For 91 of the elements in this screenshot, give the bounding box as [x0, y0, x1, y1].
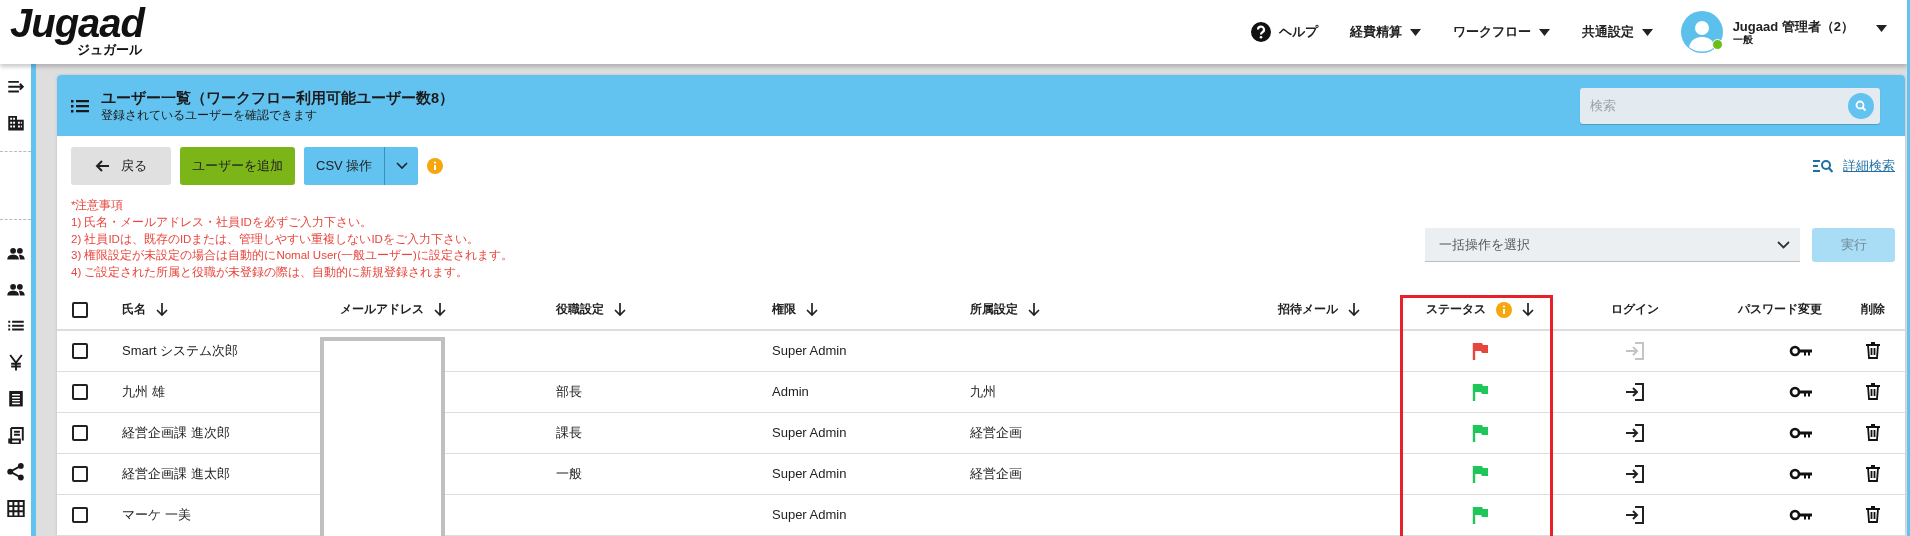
login-icon[interactable]	[1625, 423, 1645, 443]
collapse-menu-icon[interactable]	[6, 78, 25, 96]
position-text: 一般	[556, 465, 582, 483]
page-title: ユーザー一覧（ワークフロー利用可能ユーザー数8）	[101, 88, 455, 108]
sort-arrow-icon[interactable]	[156, 303, 168, 317]
department-text: 経営企画	[970, 465, 1022, 483]
row-checkbox[interactable]	[72, 466, 88, 482]
sort-arrow-icon[interactable]	[806, 303, 818, 317]
login-icon[interactable]	[1625, 505, 1645, 525]
help-link[interactable]: ヘルプ	[1250, 22, 1318, 42]
sort-arrow-icon[interactable]	[614, 303, 626, 317]
column-header[interactable]: 権限	[772, 301, 796, 319]
search-field[interactable]: 検索	[1580, 87, 1880, 124]
grid-icon[interactable]	[6, 499, 25, 517]
user-name: 経営企画課 進太郎	[122, 465, 230, 483]
caret-icon	[1876, 25, 1887, 32]
permission-text: Super Admin	[772, 507, 847, 523]
row-checkbox[interactable]	[72, 343, 88, 359]
department-text: 九州	[970, 383, 996, 401]
key-icon[interactable]	[1789, 468, 1813, 480]
user-menu[interactable]: Jugaad 管理者（2） 一般	[1680, 11, 1887, 53]
yen-icon[interactable]	[6, 353, 25, 372]
login-icon[interactable]	[1625, 464, 1645, 484]
column-header: 削除	[1860, 301, 1885, 319]
permission-text: Super Admin	[772, 466, 847, 482]
column-header[interactable]: 招待メール	[1278, 301, 1338, 319]
page-subtitle: 登録されているユーザーを確認できます	[101, 107, 318, 123]
avatar-icon	[1680, 11, 1723, 53]
help-icon	[1250, 22, 1271, 42]
position-text: 課長	[556, 424, 582, 442]
people-icon[interactable]	[6, 281, 25, 299]
key-icon[interactable]	[1789, 386, 1813, 398]
chevron-down-icon	[1777, 240, 1790, 249]
column-header[interactable]: 所属設定	[970, 301, 1018, 319]
list-icon	[71, 98, 89, 113]
trash-icon[interactable]	[1865, 465, 1880, 483]
row-checkbox[interactable]	[72, 384, 88, 400]
row-checkbox[interactable]	[72, 425, 88, 441]
filter-search-icon[interactable]	[1813, 159, 1833, 173]
trash-icon[interactable]	[1865, 424, 1880, 442]
nav-menu[interactable]: 共通設定	[1581, 23, 1653, 41]
user-name: 九州 雄	[122, 383, 165, 401]
trash-icon[interactable]	[1865, 342, 1880, 360]
caret-icon	[1409, 28, 1421, 36]
receipt-icon[interactable]	[6, 426, 25, 445]
bulk-action-select[interactable]: 一括操作を選択	[1425, 228, 1800, 262]
user-name: Jugaad 管理者（2）	[1732, 18, 1854, 34]
caret-icon	[1538, 28, 1550, 36]
nav-menu[interactable]: 経費精算	[1349, 23, 1421, 41]
column-header: パスワード変更	[1738, 301, 1822, 319]
advanced-search-link[interactable]: 詳細検索	[1843, 157, 1895, 175]
back-button[interactable]: 戻る	[71, 147, 171, 185]
permission-text: Admin	[772, 384, 809, 400]
user-name: マーケ 一美	[122, 506, 191, 524]
column-header[interactable]: ステータス	[1426, 301, 1486, 319]
column-header[interactable]: 役職設定	[556, 301, 604, 319]
caret-icon	[1641, 28, 1653, 36]
permission-text: Super Admin	[772, 425, 847, 441]
user-name: 経営企画課 進次郎	[122, 424, 230, 442]
trash-icon[interactable]	[1865, 506, 1880, 524]
notice-text: *注意事項 1) 氏名・メールアドレス・社員IDを必ずご入力下さい。 2) 社員IDは、既存のIDまたは、管理しやすい重複しないIDをご入力下さい。 3) 権限設定が未設定の場合は自動的にNomal User(一般ユーザー)に設定されます。 4) ご設定された所属と役職が未登録の際は、自動的に新規登録されます。	[71, 198, 513, 281]
building-icon[interactable]	[6, 114, 25, 132]
info-icon	[427, 158, 444, 174]
user-name: Smart システム次郎	[122, 342, 239, 360]
sort-arrow-icon[interactable]	[1348, 303, 1360, 317]
row-checkbox[interactable]	[72, 507, 88, 523]
column-header[interactable]: 氏名	[122, 301, 146, 319]
trash-icon[interactable]	[1865, 383, 1880, 401]
key-icon[interactable]	[1789, 427, 1813, 439]
login-icon[interactable]	[1625, 382, 1645, 402]
select-all-checkbox[interactable]	[72, 302, 88, 318]
sort-arrow-icon[interactable]	[1522, 303, 1534, 317]
position-text: 部長	[556, 383, 582, 401]
user-role: 一般	[1732, 33, 1754, 46]
document-icon[interactable]	[6, 390, 25, 408]
column-header[interactable]: メールアドレス	[340, 301, 424, 319]
permission-text: Super Admin	[772, 343, 847, 359]
logo: Jugaad	[10, 3, 145, 43]
arrow-left-icon	[95, 160, 109, 172]
chevron-down-icon	[395, 162, 408, 170]
sort-arrow-icon[interactable]	[1028, 303, 1040, 317]
column-header: ログイン	[1611, 301, 1659, 319]
add-user-button[interactable]: ユーザーを追加	[180, 147, 295, 185]
dropdown-toggle[interactable]	[384, 147, 419, 185]
key-icon[interactable]	[1789, 345, 1813, 357]
department-text: 経営企画	[970, 424, 1022, 442]
key-icon[interactable]	[1789, 509, 1813, 521]
nav-menu[interactable]: ワークフロー	[1452, 23, 1550, 41]
share-icon[interactable]	[6, 463, 25, 481]
sort-arrow-icon[interactable]	[434, 303, 446, 317]
logo-subtitle: ジュガール	[77, 43, 143, 57]
